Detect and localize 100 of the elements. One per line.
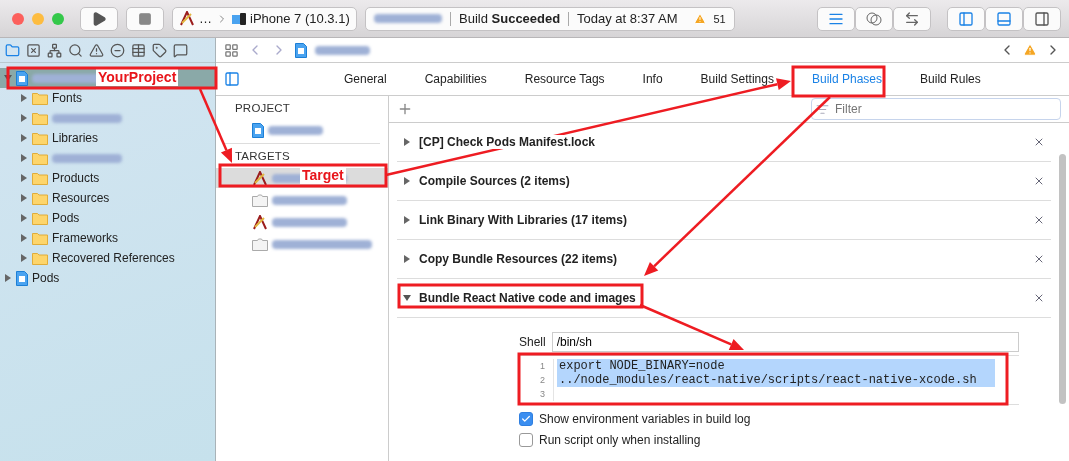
disclosure-triangle-icon[interactable] (20, 254, 28, 262)
tree-item-label: Fonts (52, 91, 82, 105)
disclosure-triangle-icon[interactable] (20, 234, 28, 242)
build-time: Today at 8:37 AM (577, 11, 678, 26)
close-button[interactable] (12, 12, 24, 25)
folder-icon (32, 231, 48, 245)
search-icon[interactable] (68, 42, 83, 58)
blurred-text (373, 14, 443, 23)
disclosure-triangle-icon[interactable] (20, 154, 28, 162)
scrollbar[interactable] (1059, 154, 1066, 404)
project-file-icon (252, 122, 264, 138)
project-file-icon (16, 70, 28, 86)
disclosure-triangle-icon[interactable] (403, 216, 411, 224)
build-phase-row[interactable]: Bundle React Native code and images (397, 279, 1051, 318)
folder-icon (32, 131, 48, 145)
close-icon[interactable] (1033, 175, 1045, 187)
project-file-icon (295, 42, 307, 58)
close-icon[interactable] (1033, 253, 1045, 265)
line-number: 2 (519, 373, 554, 387)
build-phase-row[interactable]: Compile Sources (2 items) (397, 162, 1051, 201)
section-heading: PROJECT (234, 101, 292, 116)
tree-item-label: Frameworks (52, 231, 118, 245)
code-line: export NODE_BINARY=node (559, 359, 725, 373)
scheme-selector[interactable]: … iPhone 7 (10.3.1) (172, 6, 357, 31)
checkbox[interactable] (519, 433, 533, 447)
checkbox[interactable] (519, 412, 533, 426)
stop-button[interactable] (126, 6, 164, 31)
disclosure-triangle-icon[interactable] (20, 194, 28, 202)
folder-icon (32, 211, 48, 225)
inspector-toggle[interactable] (1023, 6, 1061, 31)
tree-item[interactable]: Libraries (0, 128, 215, 148)
folder-icon (32, 191, 48, 205)
build-phase-row[interactable]: Copy Bundle Resources (22 items) (397, 240, 1051, 279)
folder-icon (32, 111, 48, 125)
tree-item-label: Libraries (52, 131, 99, 145)
hierarchy-icon[interactable] (47, 42, 62, 58)
script-editor[interactable]: 1 export NODE_BINARY=node 2 ../node_modules/react-native/scripts/react-native-xcode.sh 3 (519, 355, 1019, 405)
close-icon[interactable] (1033, 214, 1045, 226)
disclosure-triangle-icon[interactable] (4, 274, 12, 282)
folder-icon (32, 91, 48, 105)
build-phase-title: Copy Bundle Resources (22 items) (419, 252, 618, 266)
tab[interactable]: Capabilities (424, 72, 487, 86)
close-icon[interactable] (1033, 136, 1045, 148)
disclosure-triangle-icon[interactable] (403, 294, 411, 302)
tag-icon[interactable] (152, 42, 167, 58)
navigator-toggle[interactable] (947, 6, 985, 31)
tab[interactable]: Info (642, 72, 663, 86)
disclosure-triangle-icon[interactable] (20, 214, 28, 222)
build-phase-row[interactable]: [CP] Check Pods Manifest.lock (397, 123, 1051, 162)
tree-item-label: Recovered References (52, 251, 175, 265)
close-icon[interactable] (1033, 292, 1045, 304)
tab[interactable]: Resource Tags (524, 72, 605, 86)
shell-field[interactable]: /bin/sh (551, 332, 1019, 352)
warning-icon[interactable] (89, 42, 104, 58)
folder-icon (32, 171, 48, 185)
tree-item[interactable]: Fonts (0, 88, 215, 108)
tree-item[interactable]: Frameworks (0, 228, 215, 248)
table-icon[interactable] (131, 42, 146, 58)
play-icon (91, 10, 107, 27)
standard-editor-button[interactable] (817, 6, 855, 31)
tree-item[interactable]: Resources (0, 188, 215, 208)
filter-input[interactable]: Filter (833, 101, 1056, 117)
folder-icon (32, 151, 48, 165)
assistant-editor-button[interactable] (855, 6, 893, 31)
warning-count: 51 (713, 12, 726, 25)
tree-item[interactable]: Products (0, 168, 215, 188)
filter-field[interactable]: Filter (811, 98, 1061, 120)
build-phase-title: [CP] Check Pods Manifest.lock (419, 135, 596, 149)
message-icon[interactable] (173, 42, 188, 58)
disclosure-triangle-icon[interactable] (403, 177, 411, 185)
tree-item[interactable]: Pods (0, 268, 215, 288)
add-icon[interactable] (397, 101, 413, 117)
disclosure-triangle-icon[interactable] (20, 134, 28, 142)
sidebar-icon[interactable] (224, 71, 240, 87)
build-phase-row[interactable]: Link Binary With Libraries (17 items) (397, 201, 1051, 240)
line-number: 3 (519, 387, 554, 401)
tab[interactable]: General (344, 72, 387, 86)
disclosure-triangle-icon[interactable] (403, 255, 411, 263)
grid-icon[interactable] (224, 42, 239, 58)
tab[interactable]: Build Settings (700, 72, 774, 86)
annotation-label: Target (300, 167, 346, 184)
disclosure-triangle-icon[interactable] (20, 174, 28, 182)
panel-icon (958, 10, 974, 27)
run-button[interactable] (80, 6, 118, 31)
panel-icon (996, 10, 1012, 27)
shell-label: Shell (519, 335, 546, 349)
disclosure-triangle-icon[interactable] (20, 114, 28, 122)
tree-item[interactable]: Pods (0, 208, 215, 228)
blurred-text (315, 45, 370, 55)
checkbox-label: Run script only when installing (539, 433, 701, 447)
version-editor-button[interactable] (893, 6, 931, 31)
debug-area-toggle[interactable] (985, 6, 1023, 31)
tree-item[interactable]: Recovered References (0, 248, 215, 268)
tab[interactable]: Build Rules (920, 72, 981, 86)
folder-icon[interactable] (5, 42, 20, 58)
tab[interactable]: Build Phases (812, 72, 883, 86)
tree-item-label: Resources (52, 191, 110, 205)
disclosure-triangle-icon[interactable] (403, 138, 411, 146)
disclosure-triangle-icon[interactable] (20, 94, 28, 102)
filter-icon (816, 102, 829, 116)
